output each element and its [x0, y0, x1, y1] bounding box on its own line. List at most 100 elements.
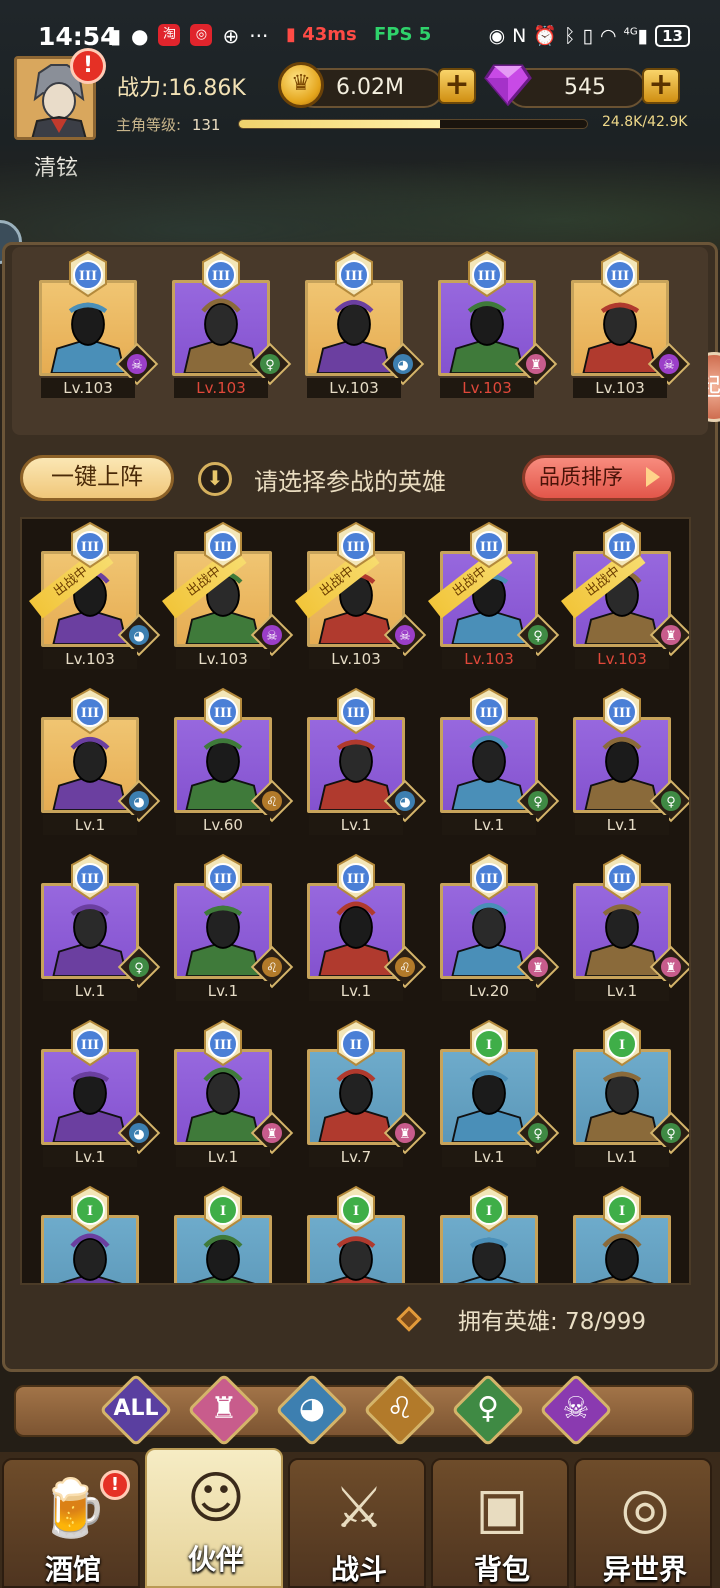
tier-badge-icon: I: [467, 1185, 511, 1233]
tier-badge-icon: III: [68, 1019, 112, 1067]
hero-card[interactable]: I: [434, 1185, 544, 1283]
tier-badge-icon: III: [467, 687, 511, 735]
hero-card[interactable]: I: [301, 1185, 411, 1283]
nav-label: 背包: [473, 1553, 530, 1586]
nav-battle-swords[interactable]: ⚔ 战斗: [288, 1458, 426, 1588]
tier-badge-icon: I: [201, 1185, 245, 1233]
svg-text:II: II: [350, 1038, 362, 1053]
svg-text:♀: ♀: [265, 358, 275, 373]
nav-tavern-mug[interactable]: 🍺 酒馆!: [2, 1458, 140, 1588]
hero-roster-grid[interactable]: 出战中 III ◕ Lv.103 出战中 III ☠ Lv.103 出战中 II…: [20, 517, 691, 1285]
filter-elf-faction[interactable]: ♀: [451, 1373, 525, 1447]
hero-level: Lv.1: [176, 981, 270, 1001]
more-icon: ···: [249, 24, 269, 48]
tier-badge-icon: III: [598, 250, 642, 298]
svg-text:III: III: [480, 872, 498, 887]
svg-text:III: III: [347, 872, 365, 887]
hero-card[interactable]: III ♜ Lv.1: [567, 853, 689, 1011]
level-value: 131: [191, 116, 221, 134]
hero-card[interactable]: III ◕ Lv.1: [301, 687, 427, 845]
svg-text:III: III: [480, 706, 498, 721]
svg-text:III: III: [613, 872, 631, 887]
add-gold-button[interactable]: +: [438, 68, 476, 104]
hero-card[interactable]: III ♀ Lv.1: [35, 853, 161, 1011]
hero-card[interactable]: I: [567, 1185, 677, 1283]
nav-partner[interactable]: ☺ 伙伴: [145, 1448, 283, 1588]
bluetooth-icon: ᛒ: [564, 24, 576, 47]
app-icon: ◎: [190, 24, 213, 46]
filter-demon-faction[interactable]: ☠: [539, 1373, 613, 1447]
signal-bars-icon: ▮: [286, 24, 296, 45]
svg-text:III: III: [613, 540, 631, 555]
filter-lion-faction[interactable]: ♌: [363, 1373, 437, 1447]
level-label: 主角等级:: [116, 116, 182, 134]
tier-badge-icon: III: [199, 250, 243, 298]
hero-card[interactable]: III ♀ Lv.1: [567, 687, 689, 845]
hero-card[interactable]: III ♜ Lv.20: [434, 853, 560, 1011]
hero-card[interactable]: III ◕ Lv.103: [299, 250, 425, 408]
system-icons: ◉ N ⏰ ᛒ ▯ ◠ 4G▮ 13: [489, 24, 690, 47]
hero-card[interactable]: III ♌ Lv.1: [301, 853, 427, 1011]
hero-card[interactable]: 出战中 III ♀ Lv.103: [428, 521, 560, 679]
network-type: 4G: [623, 26, 638, 38]
hero-level: Lv.103: [43, 649, 137, 669]
nav-backpack-chest[interactable]: ▣ 背包: [431, 1458, 569, 1588]
svg-text:♀: ♀: [533, 1127, 543, 1142]
hero-card[interactable]: III ♀ Lv.1: [434, 687, 560, 845]
hero-card[interactable]: I: [168, 1185, 278, 1283]
hero-card[interactable]: III ♌ Lv.60: [168, 687, 294, 845]
hero-card[interactable]: III ◕ Lv.1: [35, 687, 161, 845]
tier-badge-icon: I: [334, 1185, 378, 1233]
partner-icon: ☺: [186, 1466, 246, 1531]
svg-text:◕: ◕: [399, 795, 410, 810]
hero-card[interactable]: III ♀ Lv.103: [166, 250, 292, 408]
hero-card[interactable]: III ♌ Lv.1: [168, 853, 294, 1011]
hero-card[interactable]: III ☠ Lv.103: [33, 250, 159, 408]
hero-card[interactable]: 出战中 III ♜ Lv.103: [561, 521, 689, 679]
hero-level: Lv.1: [575, 1147, 669, 1167]
hero-card[interactable]: 出战中 III ◕ Lv.103: [29, 521, 161, 679]
tier-badge-icon: III: [467, 521, 511, 569]
hero-card[interactable]: I ♀ Lv.1: [567, 1019, 689, 1177]
battery-alert-icon: ▮: [110, 24, 122, 48]
hero-card[interactable]: III ♜ Lv.103: [432, 250, 558, 408]
hero-card[interactable]: III ♜ Lv.1: [168, 1019, 294, 1177]
nav-portal[interactable]: ◎ 异世界: [574, 1458, 712, 1588]
hero-card[interactable]: II ♜ Lv.7: [301, 1019, 427, 1177]
hero-card[interactable]: 出战中 III ☠ Lv.103: [162, 521, 294, 679]
hero-level: Lv.103: [309, 649, 403, 669]
filter-human-faction[interactable]: ♜: [187, 1373, 261, 1447]
tier-badge-icon: III: [334, 521, 378, 569]
svg-text:I: I: [353, 1204, 359, 1219]
auto-deploy-button[interactable]: 一键上阵: [20, 455, 174, 501]
tier-badge-icon: III: [467, 853, 511, 901]
hero-card[interactable]: III ◕ Lv.1: [35, 1019, 161, 1177]
filter-all[interactable]: ALL: [99, 1373, 173, 1447]
tier-badge-icon: I: [600, 1185, 644, 1233]
gem-icon: [484, 64, 532, 106]
tier-badge-icon: III: [68, 521, 112, 569]
hero-card[interactable]: I: [35, 1185, 145, 1283]
filter-beast-faction[interactable]: ◕: [275, 1373, 349, 1447]
hero-level: Lv.103: [440, 378, 534, 398]
svg-text:III: III: [79, 269, 97, 284]
nav-label: 战斗: [330, 1553, 387, 1586]
add-gems-button[interactable]: +: [642, 68, 680, 104]
background-art: [0, 140, 720, 250]
battle-swords-icon: ⚔: [333, 1476, 385, 1541]
notification-icons: ▮ ● 淘 ◎ ⊕ ···: [110, 24, 268, 48]
svg-text:☠: ☠: [663, 358, 675, 373]
hero-level: Lv.103: [41, 378, 135, 398]
hero-card[interactable]: I ♀ Lv.1: [434, 1019, 560, 1177]
svg-text:☠: ☠: [266, 629, 278, 644]
player-level: 主角等级: 131: [116, 114, 220, 135]
hero-card[interactable]: III ☠ Lv.103: [565, 250, 691, 408]
svg-text:♀: ♀: [666, 1127, 676, 1142]
human-faction-icon: ♜: [210, 1391, 238, 1426]
svg-text:I: I: [619, 1204, 625, 1219]
ping-readout: ▮ 43ms: [286, 24, 357, 45]
hero-card[interactable]: 出战中 III ☠ Lv.103: [295, 521, 427, 679]
player-alert-badge[interactable]: !: [70, 48, 106, 84]
quality-sort-button[interactable]: 品质排序: [522, 455, 675, 501]
svg-text:I: I: [486, 1204, 492, 1219]
